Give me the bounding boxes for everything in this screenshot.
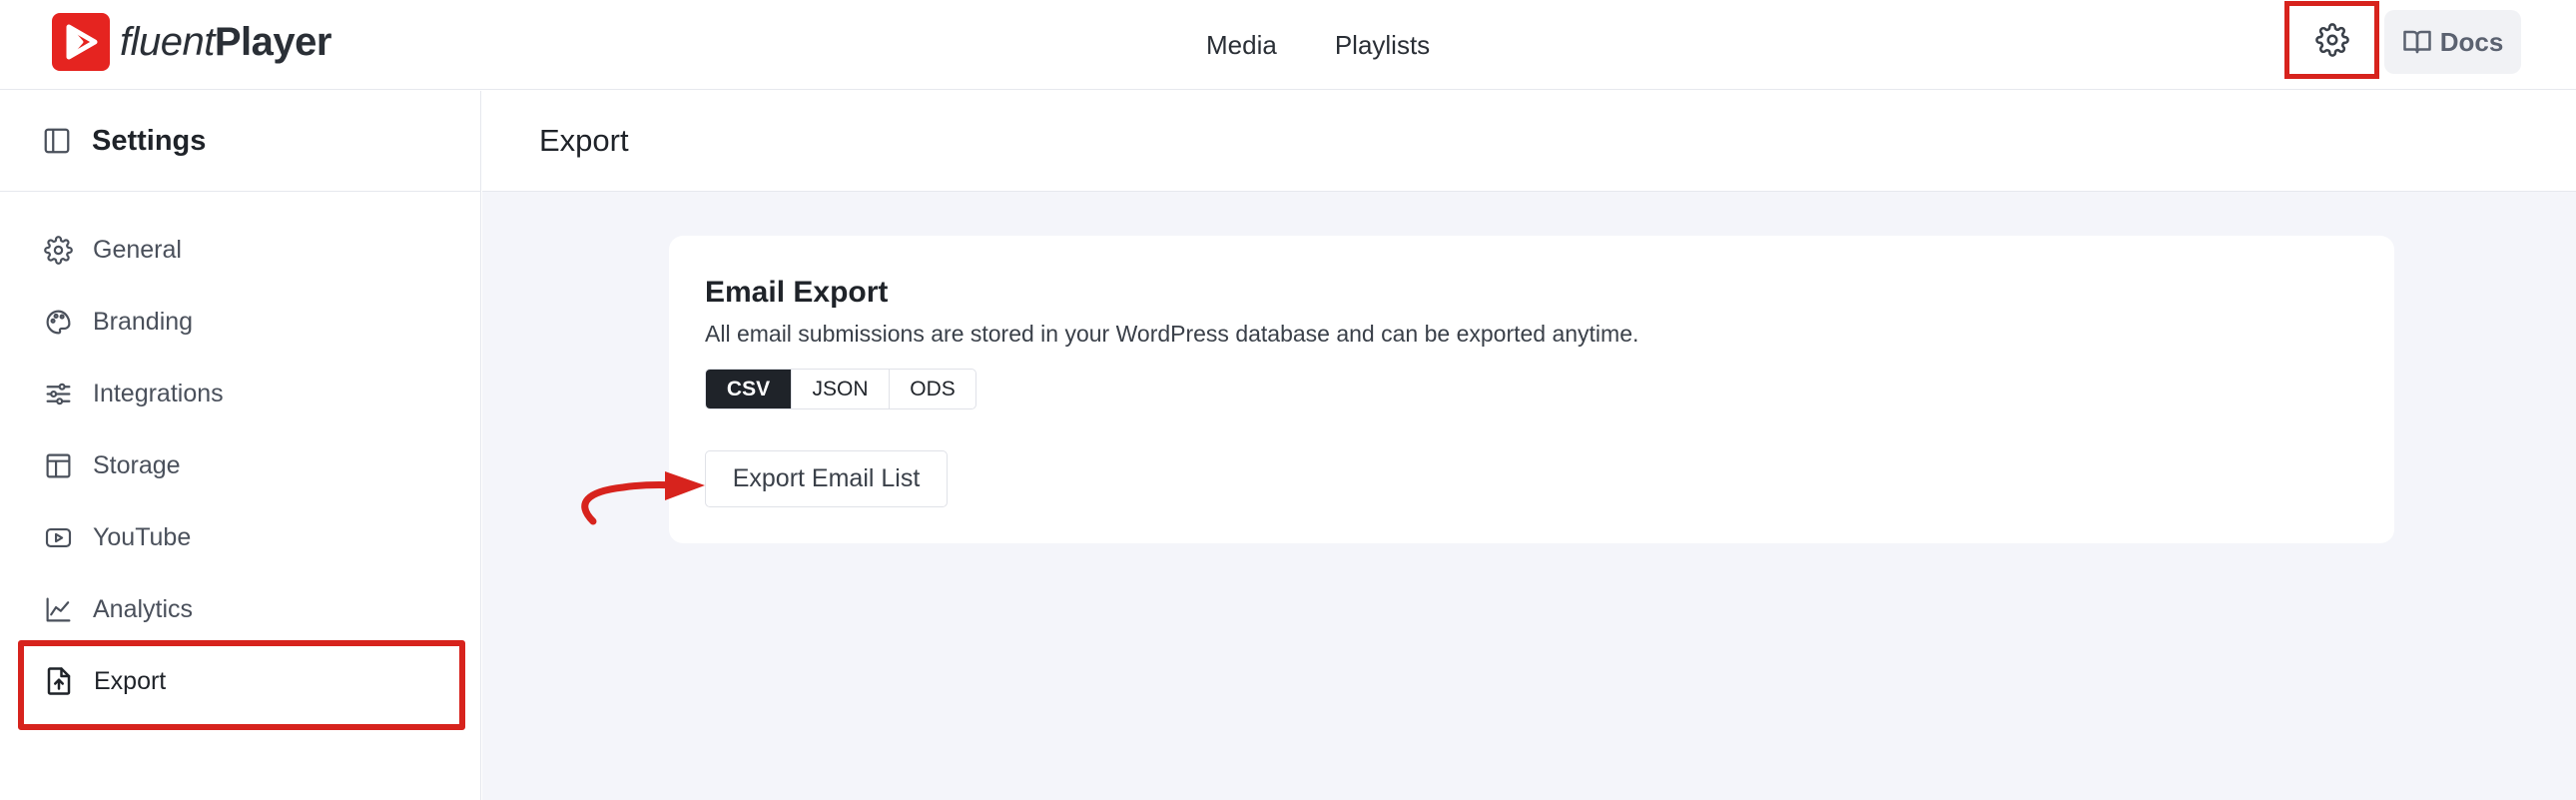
top-navigation: Media Playlists <box>1206 0 1430 90</box>
docs-button[interactable]: Docs <box>2384 10 2521 74</box>
sidebar-item-export[interactable]: Export <box>0 640 480 730</box>
logo-text-light: fluent <box>120 19 215 64</box>
format-selector: CSV JSON ODS <box>705 369 976 409</box>
email-export-title: Email Export <box>705 276 889 309</box>
app-logo[interactable]: fluentPlayer <box>52 13 331 71</box>
sidebar-item-integrations[interactable]: Integrations <box>0 358 480 429</box>
youtube-icon <box>45 527 72 547</box>
gear-icon <box>2314 23 2349 57</box>
sidebar-item-youtube[interactable]: YouTube <box>0 501 480 573</box>
format-option-json[interactable]: JSON <box>792 370 890 408</box>
page-title: Export <box>539 123 629 158</box>
format-option-csv[interactable]: CSV <box>706 370 792 408</box>
gear-icon <box>44 235 73 265</box>
sidebar-title: Settings <box>92 124 207 157</box>
logo-text: fluentPlayer <box>120 20 331 65</box>
export-email-list-button[interactable]: Export Email List <box>705 450 948 507</box>
top-bar: fluentPlayer Media Playlists Docs <box>0 0 2576 90</box>
sidebar-item-label: YouTube <box>93 522 192 551</box>
sidebar-menu: General Branding Integrations Storage Yo… <box>0 192 480 730</box>
sidebar-item-label: Export <box>94 666 167 695</box>
logo-text-bold: Player <box>214 19 332 64</box>
nav-playlists[interactable]: Playlists <box>1335 30 1430 61</box>
sidebar-item-label: Analytics <box>93 594 194 623</box>
sidebar-item-label: Integrations <box>93 379 224 407</box>
storage-icon <box>46 453 71 477</box>
export-icon <box>47 667 71 695</box>
palette-icon <box>46 310 71 334</box>
page-header: Export <box>482 91 2576 192</box>
format-option-ods[interactable]: ODS <box>890 370 975 408</box>
sidebar-item-storage[interactable]: Storage <box>0 429 480 501</box>
sidebar-item-label: Branding <box>93 307 194 336</box>
docs-label: Docs <box>2439 26 2504 57</box>
logo-play-icon <box>52 13 110 71</box>
email-export-card: Email Export All email submissions are s… <box>669 236 2394 543</box>
sidebar-toggle-icon[interactable] <box>42 126 72 156</box>
sidebar-item-label: Storage <box>93 450 181 479</box>
sidebar-item-general[interactable]: General <box>0 214 480 286</box>
book-icon <box>2402 30 2431 54</box>
sidebar-header: Settings <box>0 91 480 192</box>
annotation-arrow-icon <box>581 471 705 525</box>
nav-media[interactable]: Media <box>1206 30 1277 61</box>
sidebar-item-analytics[interactable]: Analytics <box>0 573 480 645</box>
chart-line-icon <box>46 597 71 621</box>
email-export-description: All email submissions are stored in your… <box>705 321 1639 347</box>
settings-sidebar: Settings General Branding Integrations S… <box>0 91 481 800</box>
sidebar-item-branding[interactable]: Branding <box>0 286 480 358</box>
settings-button[interactable] <box>2284 1 2379 79</box>
sidebar-item-label: General <box>93 235 182 264</box>
sliders-icon <box>46 383 71 404</box>
